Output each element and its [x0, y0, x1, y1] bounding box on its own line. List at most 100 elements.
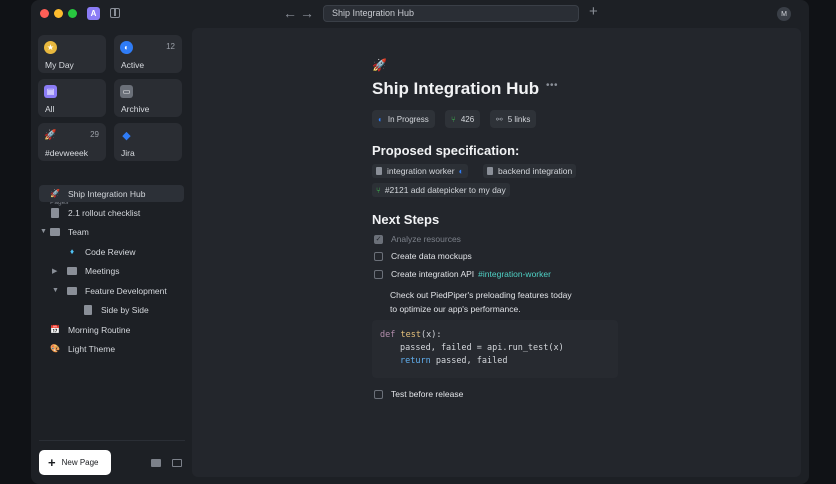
card-jira[interactable]: ◆ Jira	[114, 123, 182, 161]
sidebar: ★ My Day ◐ 12 Active ▤ All ▭ Archive 🚀 2…	[31, 28, 191, 484]
spec-heading: Proposed specification:	[372, 143, 520, 158]
back-arrow-icon[interactable]: ←	[283, 5, 297, 21]
sidebar-item-light-theme[interactable]: 🎨 Light Theme	[50, 340, 115, 357]
card-label: Jira	[121, 148, 135, 158]
doc-icon	[487, 167, 493, 175]
checkbox[interactable]	[374, 251, 383, 261]
ref-backend-integration[interactable]: backend integration	[483, 164, 577, 178]
pull-request-count: 426	[460, 114, 475, 124]
sidebar-item-ship-integration-hub[interactable]: 🚀 Ship Integration Hub	[39, 185, 184, 202]
sidebar-divider	[39, 440, 185, 441]
ref-pull-request[interactable]: ⑂ #2121 add datepicker to my day	[372, 183, 510, 197]
workspace-avatar[interactable]: A	[87, 7, 100, 20]
link-icon: ⚯	[496, 114, 503, 124]
ref-label: #2121 add datepicker to my day	[384, 185, 506, 195]
card-count: 29	[90, 130, 99, 139]
stack-icon: ▤	[44, 85, 57, 98]
calendar-icon: 📅	[50, 325, 60, 334]
sidebar-item-label: 2.1 rollout checklist	[68, 207, 141, 218]
rocket-icon: 🚀	[50, 189, 60, 198]
more-icon[interactable]: •••	[546, 80, 558, 91]
search-input[interactable]: Ship Integration Hub	[323, 5, 579, 22]
code-line: return passed, failed	[400, 356, 508, 366]
sidebar-item-morning-routine[interactable]: 📅 Morning Routine	[50, 321, 130, 338]
doc-icon	[376, 167, 382, 175]
task-create-data-mockups[interactable]: Create data mockups	[374, 251, 472, 261]
card-devweeek[interactable]: 🚀 29 #devweeek	[38, 123, 106, 161]
jira-icon: ◆	[122, 130, 131, 142]
checkbox[interactable]	[374, 269, 383, 279]
pull-request-chip[interactable]: ⑂ 426	[445, 110, 481, 128]
new-page-button[interactable]: + New Page	[39, 450, 111, 475]
sidebar-toggle-icon[interactable]	[110, 8, 120, 18]
ref-label: integration worker	[387, 166, 455, 176]
doc-icon	[83, 304, 93, 315]
pull-request-icon: ⑂	[451, 114, 456, 124]
maximize-window-button[interactable]	[68, 9, 77, 18]
sidebar-item-label: Feature Development	[85, 285, 167, 296]
chevron-down-icon[interactable]: ▼	[52, 287, 59, 294]
new-tab-button[interactable]: +	[589, 4, 598, 20]
task-create-integration-api[interactable]: Create integration API #integration-work…	[374, 269, 551, 279]
tag-link[interactable]: #integration-worker	[478, 269, 551, 279]
panel-icon[interactable]	[172, 459, 182, 467]
sidebar-item-side-by-side[interactable]: Side by Side	[83, 301, 149, 318]
card-all[interactable]: ▤ All	[38, 79, 106, 117]
sidebar-item-feature-development[interactable]: Feature Development	[67, 282, 167, 299]
close-window-button[interactable]	[40, 9, 49, 18]
folder-icon	[67, 266, 77, 276]
checkbox[interactable]	[374, 389, 383, 399]
forward-arrow-icon[interactable]: →	[300, 5, 314, 21]
user-avatar[interactable]: M	[777, 7, 791, 21]
code-line: passed, failed = api.run_test(x)	[400, 343, 564, 353]
code-block[interactable]: def test(x): passed, failed = api.run_te…	[372, 320, 618, 378]
sidebar-item-rollout-checklist[interactable]: 2.1 rollout checklist	[50, 204, 140, 221]
card-archive[interactable]: ▭ Archive	[114, 79, 182, 117]
task-label: Create data mockups	[391, 251, 472, 261]
card-label: Archive	[121, 104, 150, 114]
sidebar-item-team[interactable]: Team	[50, 223, 89, 240]
sidebar-item-label: Light Theme	[68, 343, 116, 354]
page-title[interactable]: Ship Integration Hub	[372, 79, 539, 99]
half-circle-icon: ◐	[120, 41, 133, 54]
task-test-before-release[interactable]: Test before release	[374, 389, 463, 399]
half-circle-icon: ◐	[458, 166, 464, 176]
bullet-line: Check out PiedPiper's preloading feature…	[390, 290, 572, 300]
folder-icon	[67, 286, 77, 296]
task-label: Analyze resources	[391, 234, 461, 244]
card-active[interactable]: ◐ 12 Active	[114, 35, 182, 73]
status-chip[interactable]: ◐ In Progress	[372, 110, 435, 128]
palette-icon: 🎨	[50, 344, 60, 353]
gem-icon: ♦	[69, 247, 75, 256]
minimize-window-button[interactable]	[54, 9, 63, 18]
links-label: 5 links	[507, 114, 531, 124]
sidebar-item-meetings[interactable]: Meetings	[67, 262, 120, 279]
new-page-label: New Page	[61, 458, 99, 467]
sidebar-item-label: Meetings	[85, 265, 120, 276]
chevron-right-icon[interactable]: ▶	[52, 267, 57, 275]
plus-icon: +	[48, 455, 56, 470]
card-count: 12	[166, 42, 175, 51]
links-chip[interactable]: ⚯ 5 links	[490, 110, 537, 128]
app-window: A ← → Ship Integration Hub + M ★ My Day …	[31, 0, 809, 484]
sidebar-item-label: Code Review	[85, 246, 136, 257]
task-label: Create integration API	[391, 269, 475, 279]
page-editor: 🚀 Ship Integration Hub ••• ◐ In Progress…	[192, 28, 801, 477]
title-bar: A ← → Ship Integration Hub + M	[31, 0, 809, 28]
card-my-day[interactable]: ★ My Day	[38, 35, 106, 73]
ref-label: backend integration	[498, 166, 573, 176]
sidebar-item-code-review[interactable]: ♦ Code Review	[67, 243, 136, 260]
ref-integration-worker[interactable]: integration worker ◐	[372, 164, 468, 178]
bullet-text: Check out PiedPiper's preloading feature…	[390, 288, 572, 316]
checkbox-checked[interactable]: ✓	[374, 234, 383, 244]
page-emoji[interactable]: 🚀	[372, 58, 387, 72]
chevron-down-icon[interactable]: ▼	[40, 228, 47, 235]
sidebar-item-label: Team	[68, 226, 89, 237]
task-analyze-resources[interactable]: ✓ Analyze resources	[374, 234, 461, 244]
code-line: def test(x):	[380, 330, 442, 340]
sidebar-item-label: Ship Integration Hub	[68, 188, 146, 199]
sidebar-item-label: Side by Side	[101, 304, 149, 315]
card-label: #devweeek	[45, 148, 89, 158]
archive-icon: ▭	[120, 85, 133, 98]
new-folder-icon[interactable]	[151, 459, 161, 467]
